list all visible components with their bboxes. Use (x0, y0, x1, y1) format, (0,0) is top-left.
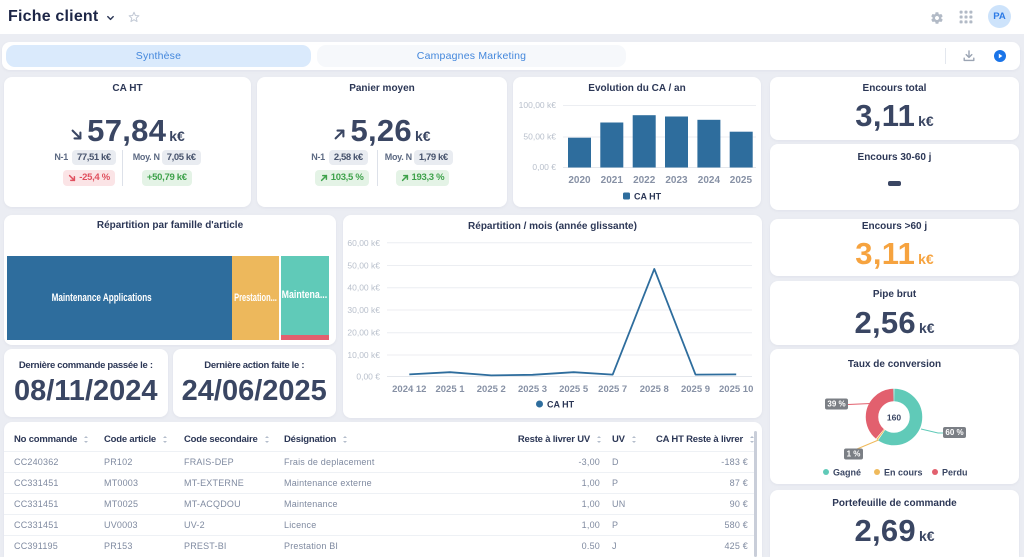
svg-text:2024 12: 2024 12 (392, 384, 426, 395)
svg-text:40,00 k€: 40,00 k€ (347, 283, 380, 293)
svg-text:2025 3: 2025 3 (518, 384, 547, 395)
svg-text:En cours: En cours (884, 468, 923, 478)
svg-text:60 %: 60 % (945, 428, 963, 437)
svg-text:20,00 k€: 20,00 k€ (347, 328, 380, 338)
svg-text:2025 10: 2025 10 (719, 384, 753, 395)
svg-text:2021: 2021 (601, 175, 624, 186)
svg-text:0,00 €: 0,00 € (532, 162, 556, 172)
svg-text:2023: 2023 (665, 175, 688, 186)
svg-text:2025 8: 2025 8 (640, 384, 669, 395)
svg-text:2025 1: 2025 1 (435, 384, 465, 395)
svg-text:CA HT: CA HT (547, 399, 575, 409)
svg-text:10,00 k€: 10,00 k€ (347, 350, 380, 360)
svg-text:30,00 k€: 30,00 k€ (347, 305, 380, 315)
svg-text:Perdu: Perdu (942, 468, 968, 478)
svg-text:0,00 €: 0,00 € (356, 372, 380, 382)
svg-text:2025 5: 2025 5 (559, 384, 589, 395)
svg-text:100,00 k€: 100,00 k€ (519, 100, 557, 110)
svg-text:160: 160 (887, 413, 901, 423)
svg-text:2020: 2020 (568, 175, 591, 186)
svg-text:39 %: 39 % (827, 400, 845, 409)
svg-text:CA HT: CA HT (634, 191, 662, 201)
svg-text:2025 7: 2025 7 (598, 384, 627, 395)
svg-text:2025 2: 2025 2 (477, 384, 506, 395)
svg-text:60,00 k€: 60,00 k€ (347, 238, 380, 248)
svg-text:2024: 2024 (698, 175, 721, 186)
svg-text:50,00 k€: 50,00 k€ (347, 261, 380, 271)
svg-text:2022: 2022 (633, 175, 656, 186)
svg-text:1 %: 1 % (847, 450, 861, 459)
svg-text:Gagné: Gagné (833, 468, 861, 478)
svg-text:2025 9: 2025 9 (681, 384, 710, 395)
svg-text:50,00 k€: 50,00 k€ (523, 132, 556, 142)
svg-text:2025: 2025 (730, 175, 753, 186)
